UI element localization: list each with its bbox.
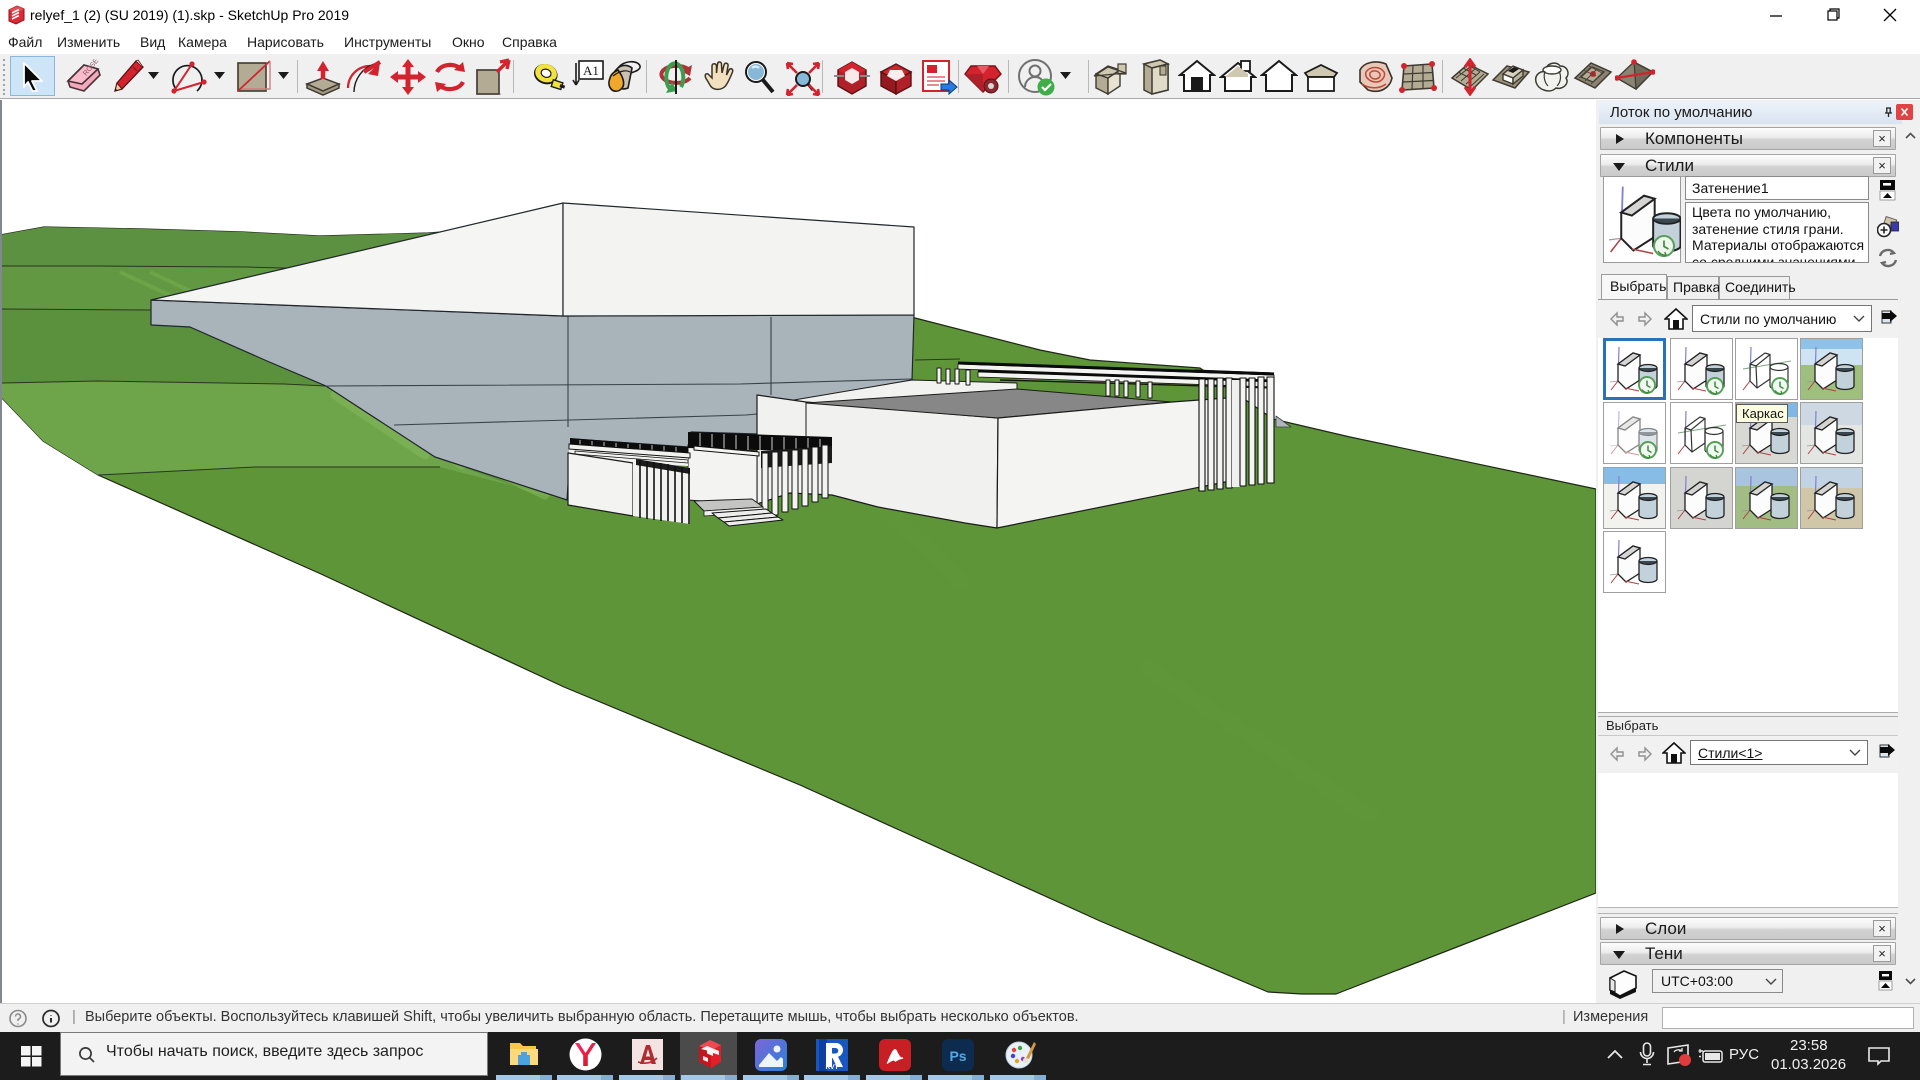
svg-text:Ps: Ps [949, 1048, 966, 1064]
svg-text:RVT: RVT [826, 1064, 839, 1071]
svg-text:A1: A1 [583, 63, 599, 78]
